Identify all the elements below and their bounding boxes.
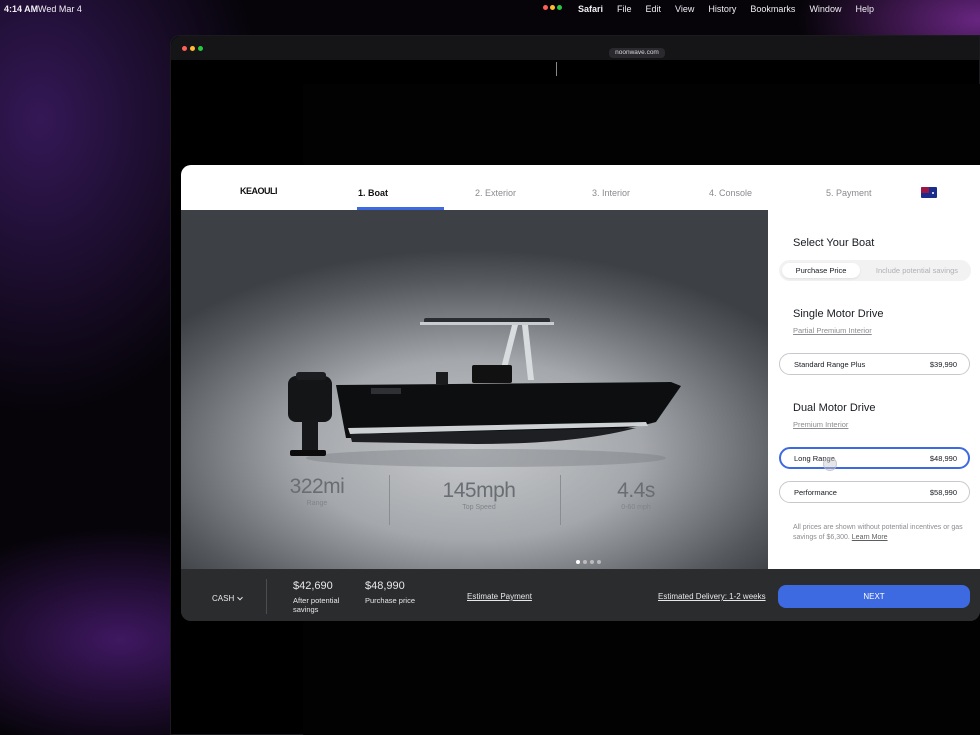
carousel-dot[interactable]	[590, 560, 594, 564]
single-motor-sub[interactable]: Partial Premium Interior	[793, 326, 872, 335]
carousel-dot[interactable]	[583, 560, 587, 564]
price-disclaimer: All prices are shown without potential i…	[793, 523, 973, 543]
spec-stats: 322mi Range 145mph Top Speed 4.4s 0-60 m…	[181, 475, 768, 535]
option-name: Performance	[794, 488, 837, 497]
stat-divider	[560, 475, 561, 525]
footer-divider	[266, 579, 267, 614]
option-name: Standard Range Plus	[794, 360, 866, 369]
option-performance[interactable]: Performance $58,990	[779, 481, 970, 503]
payment-type-label: CASH	[212, 594, 235, 603]
chevron-down-icon	[237, 594, 244, 601]
after-savings-block: $42,690 After potential savings	[293, 580, 357, 614]
menu-view[interactable]: View	[675, 4, 694, 14]
menu-file[interactable]: File	[617, 4, 632, 14]
traffic-lights-icon[interactable]	[182, 46, 203, 51]
tab-exterior[interactable]: 2. Exterior	[475, 188, 516, 198]
step-nav: KEAOULI 1. Boat 2. Exterior 3. Interior …	[181, 165, 980, 210]
next-button[interactable]: NEXT	[778, 585, 970, 608]
menu-edit[interactable]: Edit	[646, 4, 662, 14]
purchase-price-label: Purchase price	[365, 596, 416, 605]
stat-divider	[389, 475, 390, 525]
tab-boat[interactable]: 1. Boat	[358, 188, 388, 198]
dual-motor-heading: Dual Motor Drive	[793, 402, 876, 414]
stat-speed-label: Top Speed	[462, 504, 496, 511]
stat-range: 322mi Range	[267, 475, 367, 507]
summary-footer: CASH $42,690 After potential savings $48…	[181, 569, 980, 621]
region-flag-icon[interactable]	[921, 187, 937, 198]
price-toggle: Purchase Price Include potential savings	[779, 260, 971, 281]
single-motor-heading: Single Motor Drive	[793, 308, 884, 320]
configurator-card: KEAOULI 1. Boat 2. Exterior 3. Interior …	[181, 165, 980, 621]
boat-image	[288, 318, 681, 467]
stat-top-speed: 145mph Top Speed	[419, 479, 539, 511]
option-price: $48,990	[929, 454, 957, 463]
pointer-cursor-icon	[823, 457, 837, 471]
dual-motor-sub[interactable]: Premium Interior	[793, 420, 848, 429]
learn-more-link[interactable]: Learn More	[852, 534, 888, 541]
menu-app-safari[interactable]: Safari	[578, 4, 603, 14]
stat-range-value: 322mi	[289, 475, 345, 498]
option-price: $58,990	[929, 488, 957, 497]
menubar-date: Wed Mar 4	[38, 4, 82, 14]
browser-toolbar: noonwave.com	[171, 36, 979, 60]
toggle-purchase-price[interactable]: Purchase Price	[782, 263, 860, 278]
payment-type-dropdown[interactable]: CASH	[212, 594, 244, 603]
menu-window[interactable]: Window	[809, 4, 841, 14]
estimate-payment-link[interactable]: Estimate Payment	[467, 592, 532, 601]
tab-interior[interactable]: 3. Interior	[592, 188, 630, 198]
stat-range-label: Range	[306, 500, 328, 507]
tab-payment[interactable]: 5. Payment	[826, 188, 872, 198]
purchase-price-value: $48,990	[365, 580, 405, 592]
carousel-dot[interactable]	[576, 560, 580, 564]
brand-logo[interactable]: KEAOULI	[240, 186, 278, 196]
menu-help[interactable]: Help	[855, 4, 874, 14]
stat-speed-value: 145mph	[442, 479, 516, 502]
text-cursor	[556, 62, 557, 76]
stat-accel-value: 4.4s	[617, 479, 655, 502]
toggle-include-savings[interactable]: Include potential savings	[865, 263, 969, 278]
purchase-price-block: $48,990 Purchase price	[365, 580, 435, 605]
carousel-dots	[576, 560, 601, 564]
stat-accel-label: 0-60 mph	[621, 504, 651, 511]
option-price: $39,990	[929, 360, 957, 369]
tab-console[interactable]: 4. Console	[709, 188, 752, 198]
menu-history[interactable]: History	[708, 4, 736, 14]
stat-acceleration: 4.4s 0-60 mph	[586, 479, 686, 511]
menubar-time: 4:14 AM	[4, 4, 39, 14]
panel-title: Select Your Boat	[793, 237, 875, 249]
boat-preview: 322mi Range 145mph Top Speed 4.4s 0-60 m…	[181, 210, 768, 569]
option-long-range[interactable]: Long Range $48,990	[779, 447, 970, 471]
selection-panel: Select Your Boat Purchase Price Include …	[768, 210, 980, 569]
after-savings-label: After potential savings	[293, 596, 340, 614]
address-bar[interactable]: noonwave.com	[609, 48, 665, 58]
menu-bar: 4:14 AM Wed Mar 4 Safari File Edit View …	[0, 0, 980, 18]
option-standard-range-plus[interactable]: Standard Range Plus $39,990	[779, 353, 970, 375]
after-savings-price: $42,690	[293, 580, 333, 592]
window-controls-icon[interactable]	[543, 5, 562, 10]
menu-bookmarks[interactable]: Bookmarks	[750, 4, 795, 14]
estimated-delivery-link[interactable]: Estimated Delivery: 1-2 weeks	[658, 592, 766, 601]
carousel-dot[interactable]	[597, 560, 601, 564]
